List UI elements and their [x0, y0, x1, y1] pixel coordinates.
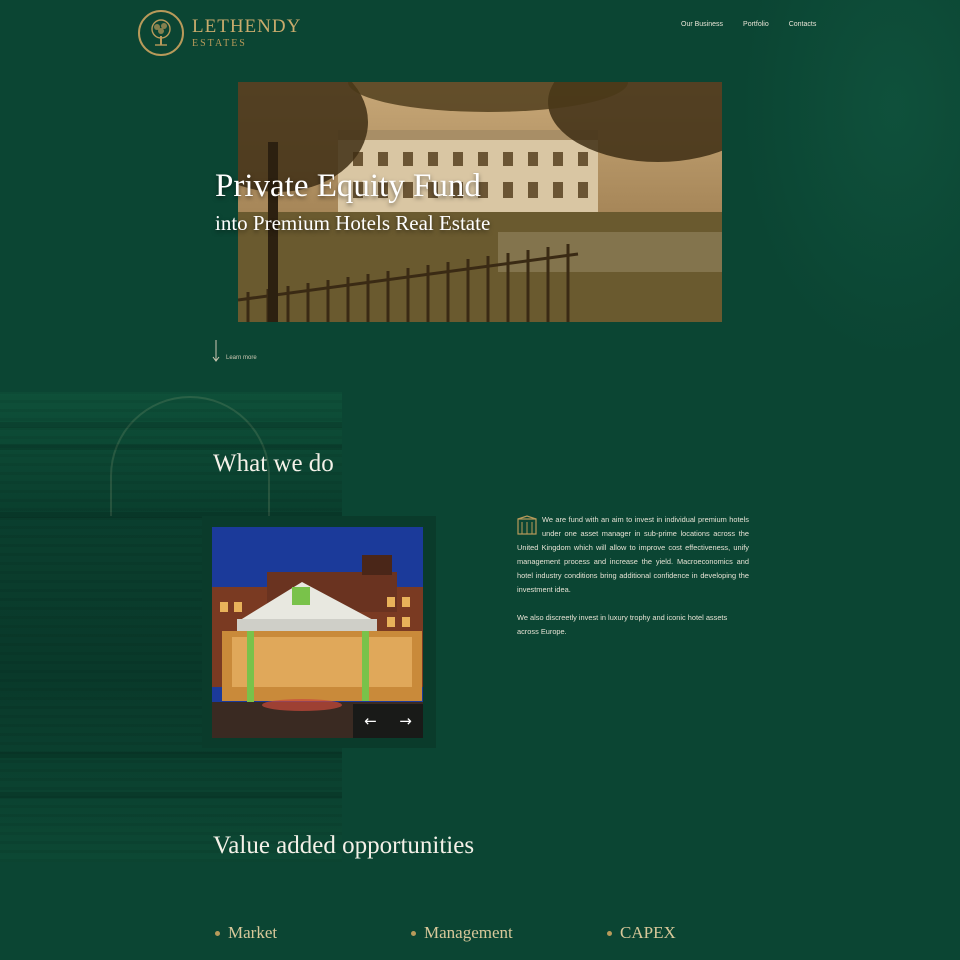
about-paragraph-1: We are fund with an aim to invest in ind…	[517, 515, 749, 595]
brand-logo[interactable]: LETHENDY ESTATES	[138, 10, 301, 56]
what-we-do-title: What we do	[213, 450, 334, 477]
background-band	[0, 792, 342, 798]
slider-controls: ← →	[353, 704, 423, 738]
value-item-capex[interactable]: CAPEX	[607, 923, 676, 943]
about-text: We are fund with an aim to invest in ind…	[517, 513, 749, 639]
value-item-label: Management	[424, 923, 513, 942]
value-item-label: CAPEX	[620, 923, 676, 942]
background-glow	[740, 0, 960, 360]
value-item-management[interactable]: Management	[411, 923, 607, 943]
brand-tagline: ESTATES	[192, 38, 247, 49]
tree-logo-icon	[138, 10, 184, 56]
building-icon	[517, 515, 537, 535]
arrow-down-icon	[212, 340, 220, 367]
learn-more-label: Learn more	[226, 355, 257, 361]
value-item-market[interactable]: Market	[215, 923, 411, 943]
arrow-left-icon[interactable]: ←	[364, 712, 377, 730]
hero-subtitle: into Premium Hotels Real Estate	[215, 211, 491, 235]
bullet-icon	[411, 930, 416, 936]
nav-our-business[interactable]: Our Business	[681, 21, 723, 28]
brand-name: LETHENDY	[192, 16, 302, 37]
hero-title: Private Equity Fund	[215, 168, 481, 204]
about-paragraph-2: We also discreetly invest in luxury trop…	[517, 612, 728, 636]
main-nav: Our Business Portfolio Contacts	[681, 21, 816, 28]
background-band	[0, 422, 342, 428]
value-item-label: Market	[228, 923, 278, 942]
background-band	[0, 752, 342, 758]
learn-more-link[interactable]: Learn more	[212, 340, 257, 367]
value-added-list: Market Management CAPEX	[215, 923, 676, 943]
nav-contacts[interactable]: Contacts	[789, 21, 817, 28]
value-added-title: Value added opportunities	[213, 832, 475, 859]
arrow-right-icon[interactable]: →	[399, 712, 412, 730]
bullet-icon	[607, 930, 612, 936]
bullet-icon	[215, 930, 220, 936]
nav-portfolio[interactable]: Portfolio	[743, 21, 769, 28]
